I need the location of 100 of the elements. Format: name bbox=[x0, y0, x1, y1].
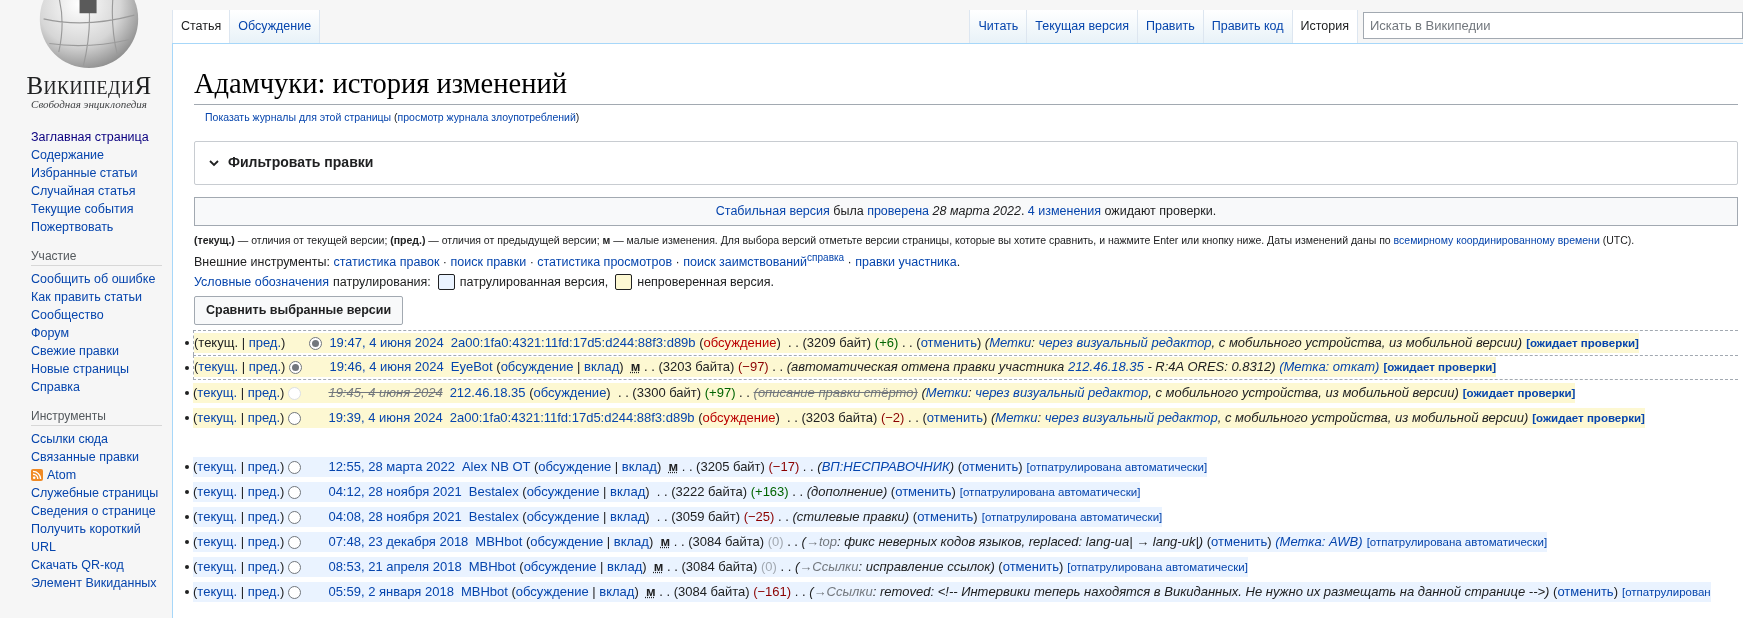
link[interactable]: пред. bbox=[247, 409, 281, 425]
user-link[interactable]: Bestalex bbox=[468, 508, 519, 524]
revision-date-link[interactable]: 12:55, 28 марта 2022 bbox=[328, 458, 455, 474]
link[interactable]: текущ. bbox=[197, 558, 238, 574]
user-link[interactable]: 2a00:1fa0:4321:11fd:17d5:d244:88f3:d89b bbox=[449, 409, 695, 425]
link[interactable]: текущ. bbox=[197, 583, 238, 599]
link[interactable]: текущ. bbox=[197, 533, 238, 549]
revision-date-link[interactable]: 04:12, 28 ноября 2021 bbox=[328, 483, 462, 499]
link[interactable]: статистика просмотров bbox=[537, 254, 673, 269]
link[interactable]: обсуждение bbox=[515, 583, 589, 599]
revision-radio[interactable] bbox=[287, 585, 301, 599]
link[interactable]: обсуждение bbox=[500, 359, 574, 375]
link[interactable]: вклад bbox=[607, 558, 643, 574]
tag-link[interactable]: Метки bbox=[925, 384, 968, 400]
nav-link[interactable]: Форум bbox=[31, 324, 162, 342]
summary-link[interactable]: 212.46.18.35 bbox=[1067, 359, 1144, 375]
link[interactable]: обсуждение bbox=[533, 384, 607, 400]
link[interactable]: правки участника bbox=[855, 254, 957, 269]
link[interactable]: пред. bbox=[247, 533, 281, 549]
auto-patrolled-link[interactable]: [отпатрулирована автоматически] bbox=[1366, 535, 1548, 548]
link[interactable]: вклад bbox=[621, 458, 657, 474]
nav-link[interactable]: Случайная статья bbox=[31, 182, 162, 200]
tab[interactable]: Читать bbox=[970, 10, 1028, 43]
tab[interactable]: Статья bbox=[173, 10, 231, 43]
revision-date-link[interactable]: 08:53, 21 апреля 2018 bbox=[328, 558, 462, 574]
link[interactable]: отменить bbox=[962, 458, 1019, 474]
revision-date-link[interactable]: 19:39, 4 июня 2024 bbox=[328, 409, 443, 425]
link[interactable]: вклад bbox=[584, 359, 620, 375]
revision-date-link[interactable]: 05:59, 2 января 2018 bbox=[328, 583, 454, 599]
nav-link[interactable]: Сообщить об ошибке bbox=[31, 270, 162, 288]
tab[interactable]: Текущая версия bbox=[1027, 10, 1138, 43]
link[interactable]: 4 изменения bbox=[1027, 203, 1102, 218]
nav-link[interactable]: Элемент Викиданных bbox=[31, 574, 162, 592]
link[interactable]: вклад bbox=[610, 508, 646, 524]
revision-radio[interactable] bbox=[288, 361, 302, 375]
link[interactable]: текущ. bbox=[197, 458, 238, 474]
pending-review-link[interactable]: [ожидает проверки] bbox=[1383, 361, 1497, 374]
link[interactable]: пред. bbox=[247, 508, 281, 524]
section-link[interactable]: →Ссылки bbox=[799, 558, 859, 574]
link[interactable]: текущ. bbox=[197, 483, 238, 499]
nav-link[interactable]: Сообщество bbox=[31, 306, 162, 324]
link[interactable]: пред. bbox=[247, 583, 281, 599]
nav-link[interactable]: Текущие события bbox=[31, 200, 162, 218]
nav-link[interactable]: Получить короткий URL bbox=[31, 520, 162, 556]
tag-link[interactable]: (Метка: откат) bbox=[1279, 359, 1380, 375]
link[interactable]: обсуждение bbox=[530, 533, 604, 549]
user-link[interactable]: EyeBot bbox=[450, 359, 493, 375]
link[interactable]: текущ. bbox=[197, 384, 238, 400]
user-link[interactable]: Alex NB OT bbox=[461, 458, 531, 474]
tag-link[interactable]: через визуальный редактор bbox=[1044, 409, 1218, 425]
link[interactable]: пред. bbox=[248, 359, 282, 375]
link[interactable]: поиск правки bbox=[450, 254, 527, 269]
link[interactable]: пред. bbox=[247, 384, 281, 400]
user-link[interactable]: 2a00:1fa0:4321:11fd:17d5:d244:88f3:d89b bbox=[450, 334, 696, 350]
link[interactable]: Показать журналы для этой страницы bbox=[205, 111, 392, 123]
link[interactable]: текущ. bbox=[198, 359, 239, 375]
nav-link[interactable]: Новые страницы bbox=[31, 360, 162, 378]
link[interactable]: всемирному координированному времени bbox=[1393, 233, 1600, 246]
revision-date-link[interactable]: 19:46, 4 июня 2024 bbox=[329, 359, 444, 375]
nav-link[interactable]: Заглавная страница bbox=[31, 128, 162, 146]
revision-date-link[interactable]: 04:08, 28 ноября 2021 bbox=[328, 508, 462, 524]
user-link[interactable]: MBHbot bbox=[460, 583, 508, 599]
talk-link[interactable]: обсуждение bbox=[703, 334, 777, 350]
link[interactable]: пред. bbox=[247, 458, 281, 474]
revision-radio[interactable] bbox=[287, 485, 301, 499]
tag-link[interactable]: через визуальный редактор bbox=[1038, 334, 1212, 350]
link[interactable]: обсуждение bbox=[526, 508, 600, 524]
tag-link[interactable]: Метки bbox=[995, 409, 1038, 425]
filter-toggle[interactable]: Фильтровать правки bbox=[194, 140, 1738, 185]
revision-date-link[interactable]: 07:48, 23 декабря 2018 bbox=[328, 533, 469, 549]
revision-radio[interactable] bbox=[287, 560, 301, 574]
pending-review-link[interactable]: [ожидает проверки] bbox=[1462, 386, 1576, 399]
link[interactable]: обсуждение bbox=[526, 483, 600, 499]
link[interactable]: поиск заимствований bbox=[683, 254, 808, 269]
nav-link[interactable]: Пожертвовать bbox=[31, 218, 162, 236]
link[interactable]: пред. bbox=[247, 558, 281, 574]
tab[interactable]: Править bbox=[1137, 10, 1204, 43]
link[interactable]: вклад bbox=[599, 583, 635, 599]
auto-patrolled-link[interactable]: [отпатрулирована автоматически] bbox=[959, 485, 1141, 498]
link[interactable]: текущ. bbox=[197, 508, 238, 524]
nav-link[interactable]: Связанные правки bbox=[31, 448, 162, 466]
auto-patrolled-link[interactable]: [отпатрулирован bbox=[1622, 585, 1711, 598]
nav-link[interactable]: Содержание bbox=[31, 146, 162, 164]
revision-radio[interactable] bbox=[287, 510, 301, 524]
tag-link[interactable]: Метки bbox=[989, 334, 1032, 350]
link[interactable]: отменить bbox=[920, 334, 977, 350]
nav-link[interactable]: Скачать QR-код bbox=[31, 556, 162, 574]
link[interactable]: проверена bbox=[867, 203, 930, 218]
revision-radio[interactable] bbox=[287, 460, 301, 474]
link[interactable]: отменить bbox=[895, 483, 952, 499]
link[interactable]: отменить bbox=[917, 508, 974, 524]
talk-link[interactable]: обсуждение bbox=[702, 409, 776, 425]
tab[interactable]: Править код bbox=[1203, 10, 1293, 43]
link[interactable]: обсуждение bbox=[523, 558, 597, 574]
link[interactable]: отменить bbox=[1211, 533, 1268, 549]
nav-link[interactable]: Свежие правки bbox=[31, 342, 162, 360]
revision-date-link[interactable]: 19:47, 4 июня 2024 bbox=[329, 334, 444, 350]
link[interactable]: статистика правок bbox=[333, 254, 440, 269]
link[interactable]: отменить bbox=[1557, 583, 1614, 599]
nav-link[interactable]: Служебные страницы bbox=[31, 484, 162, 502]
